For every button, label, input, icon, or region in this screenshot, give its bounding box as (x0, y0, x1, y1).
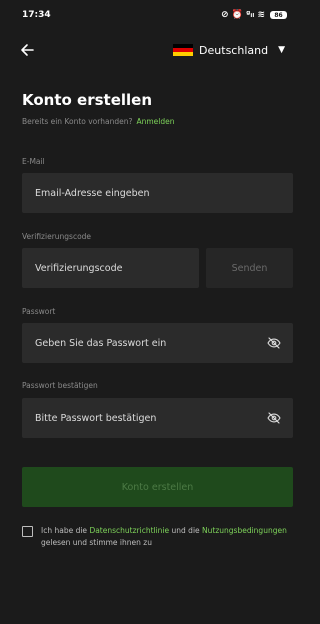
language-label: Deutschland (199, 43, 269, 57)
verification-code-field[interactable]: Verifizierungscode (22, 248, 199, 288)
confirm-password-field[interactable]: Bitte Passwort bestätigen (22, 398, 293, 438)
create-account-button[interactable]: Konto erstellen (22, 467, 293, 507)
verification-code-placeholder: Verifizierungscode (35, 262, 123, 274)
confirm-password-placeholder: Bitte Passwort bestätigen (35, 412, 157, 424)
email-field[interactable]: Email-Adresse eingeben (22, 173, 293, 213)
germany-flag-icon (173, 43, 194, 57)
email-label: E-Mail (22, 157, 45, 166)
eye-off-icon[interactable] (267, 336, 281, 350)
consent-text-3: gelesen und stimme ihnen zu (41, 538, 152, 547)
password-label: Passwort (22, 307, 56, 316)
send-code-button[interactable]: Senden (206, 248, 293, 288)
top-bar: Deutschland ▼ (0, 34, 307, 66)
eye-off-icon[interactable] (267, 411, 281, 425)
consent-text-2: und die (171, 526, 200, 535)
login-prompt: Bereits ein Konto vorhanden? Anmelden (22, 117, 174, 126)
consent-row: Ich habe die Datenschutzrichtlinie und d… (22, 525, 297, 549)
password-field[interactable]: Geben Sie das Passwort ein (22, 323, 293, 363)
confirm-password-label: Passwort bestätigen (22, 381, 98, 390)
consent-checkbox[interactable] (22, 526, 33, 537)
login-link[interactable]: Anmelden (136, 117, 174, 126)
login-prompt-text: Bereits ein Konto vorhanden? (22, 117, 133, 126)
language-selector[interactable]: Deutschland ▼ (173, 43, 285, 57)
caret-down-icon: ▼ (278, 45, 285, 55)
privacy-policy-link[interactable]: Datenschutzrichtlinie (89, 526, 169, 535)
status-icons: ⊘ ⏰ ᵍᵢₗ ≋ 86 (221, 10, 287, 20)
status-bar: 17:34 ⊘ ⏰ ᵍᵢₗ ≋ 86 (0, 0, 307, 30)
back-button[interactable] (20, 40, 40, 60)
consent-text: Ich habe die Datenschutzrichtlinie und d… (41, 525, 287, 549)
status-indicator-icons: ⊘ ⏰ ᵍᵢₗ ≋ (221, 10, 265, 20)
terms-of-use-link[interactable]: Nutzungsbedingungen (202, 526, 287, 535)
battery-icon: 86 (270, 11, 287, 19)
password-placeholder: Geben Sie das Passwort ein (35, 337, 167, 349)
page-title: Konto erstellen (22, 91, 153, 109)
arrow-left-icon (21, 44, 34, 56)
email-placeholder: Email-Adresse eingeben (35, 187, 150, 199)
consent-text-1: Ich habe die (41, 526, 88, 535)
status-time: 17:34 (22, 10, 51, 20)
verification-code-label: Verifizierungscode (22, 232, 92, 241)
